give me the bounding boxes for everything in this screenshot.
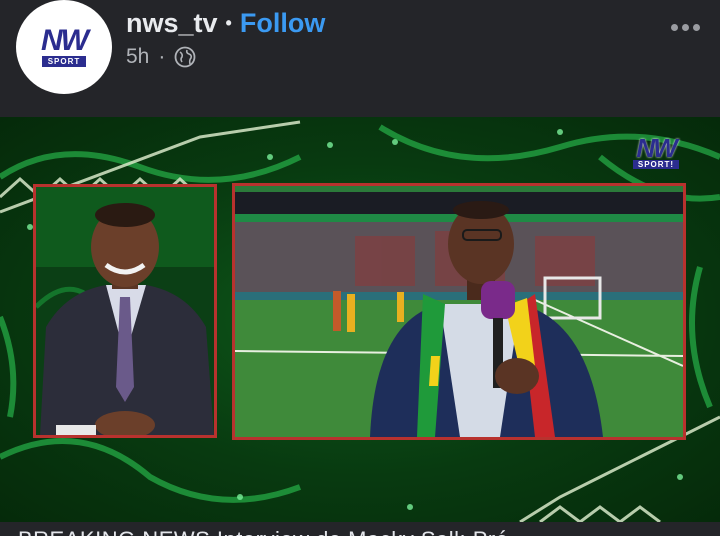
username-link[interactable]: nws_tv	[126, 8, 218, 39]
logo-sub-text: SPORT	[41, 56, 87, 67]
avatar[interactable]: NW SPORT	[16, 0, 112, 94]
video-player[interactable]: NW SPORT!	[0, 117, 720, 522]
watermark-main-text: NW	[636, 133, 677, 163]
caption-text: BREAKING NEWS Interview de Macky Sall: P…	[18, 527, 508, 536]
more-dot	[693, 24, 700, 31]
separator-dot: •	[225, 12, 232, 33]
post-timestamp[interactable]: 5h	[126, 45, 149, 69]
name-row: nws_tv • Follow	[126, 6, 325, 40]
post-meta: 5h ·	[126, 43, 196, 71]
nw-sport-logo: NW SPORT	[41, 24, 89, 67]
channel-watermark-logo: NW SPORT!	[628, 133, 684, 174]
more-dot	[671, 24, 678, 31]
interview-panel	[232, 183, 686, 440]
more-dot	[682, 24, 689, 31]
post-header: NW SPORT nws_tv • Follow 5h ·	[0, 0, 720, 117]
watermark-sub-text: SPORT!	[632, 160, 680, 169]
logo-main-text: NW	[41, 24, 89, 57]
meta-separator: ·	[158, 45, 166, 68]
more-options-icon[interactable]	[671, 24, 700, 31]
presenter-panel	[33, 184, 217, 438]
follow-button[interactable]: Follow	[240, 8, 325, 39]
presenter-image	[36, 187, 214, 435]
post-caption: BREAKING NEWS Interview de Macky Sall: P…	[0, 522, 720, 536]
globe-icon[interactable]	[174, 46, 196, 68]
stadium-interview-image	[235, 186, 683, 437]
